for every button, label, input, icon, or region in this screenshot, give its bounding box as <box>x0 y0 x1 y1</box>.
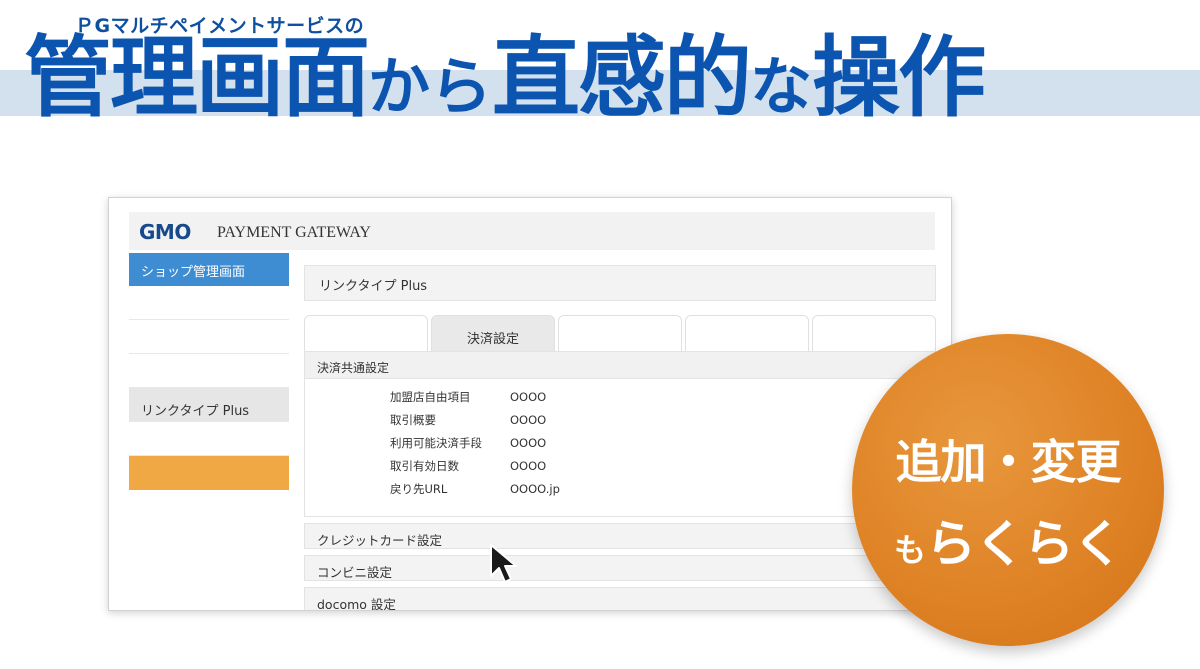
sidebar-item[interactable] <box>129 354 289 388</box>
field-row: 取引概要 OOOO <box>390 412 546 428</box>
logo-text: PAYMENT GATEWAY <box>217 224 371 241</box>
mouse-cursor-icon <box>488 542 528 590</box>
main-content: リンクタイプ Plus 決済設定 決済共通設定 加盟店自由項目 OOOO 取引概要… <box>304 265 936 610</box>
badge-line-2: もらくらく <box>852 504 1164 576</box>
field-label: 利用可能決済手段 <box>390 436 482 450</box>
sidebar-item[interactable] <box>129 422 289 456</box>
section-credit-card[interactable]: クレジットカード設定 <box>304 523 936 549</box>
headline-word-5: 操作 <box>812 26 986 129</box>
field-label: 戻り先URL <box>390 482 448 496</box>
sidebar-item[interactable] <box>129 286 289 320</box>
headline-word-3: 直感的 <box>492 26 752 129</box>
field-row: 利用可能決済手段 OOOO <box>390 435 546 451</box>
section-docomo[interactable]: docomo 設定 <box>304 587 936 610</box>
section-convenience-store[interactable]: コンビニ設定 <box>304 555 936 581</box>
tab-3[interactable] <box>558 315 682 351</box>
tab-5[interactable] <box>812 315 936 351</box>
sidebar-item[interactable] <box>129 320 289 354</box>
field-value: OOOO <box>510 436 547 450</box>
settings-panel: 加盟店自由項目 OOOO 取引概要 OOOO 利用可能決済手段 OOOO 取引有効日数… <box>304 379 936 517</box>
field-row: 戻り先URL OOOO.jp <box>390 481 560 497</box>
panel-title: 決済共通設定 <box>304 351 936 379</box>
field-value: OOOO <box>510 459 547 473</box>
promo-badge: 追加・変更 もらくらく <box>852 334 1164 646</box>
field-row: 加盟店自由項目 OOOO <box>390 389 546 405</box>
field-value: OOOO <box>510 413 547 427</box>
tab-bar: 決済設定 <box>304 315 936 351</box>
sidebar-item-highlight[interactable] <box>129 456 289 490</box>
field-value: OOOO <box>510 390 547 404</box>
tab-1[interactable] <box>304 315 428 351</box>
sidebar: ショップ管理画面 リンクタイプ Plus <box>129 253 289 490</box>
headline-title: 管理画面から直感的な操作 <box>24 34 986 123</box>
admin-screen-mockup: GMO PAYMENT GATEWAY ショップ管理画面 リンクタイプ Plus… <box>108 197 952 611</box>
field-row: 取引有効日数 OOOO <box>390 458 546 474</box>
headline-word-1: 管理画面 <box>24 26 370 129</box>
page-title: リンクタイプ Plus <box>304 265 936 301</box>
gmo-logo: GMO <box>139 220 191 244</box>
field-label: 加盟店自由項目 <box>390 390 471 404</box>
headline-word-4: な <box>750 50 813 123</box>
tab-4[interactable] <box>685 315 809 351</box>
badge-line-2-big: らくらく <box>926 515 1123 573</box>
badge-line-2-small: も <box>893 531 926 569</box>
field-label: 取引有効日数 <box>390 459 459 473</box>
sidebar-item-link-type-plus[interactable]: リンクタイプ Plus <box>129 388 289 422</box>
sidebar-item-shop-admin[interactable]: ショップ管理画面 <box>129 253 289 286</box>
tab-payment-settings[interactable]: 決済設定 <box>431 315 555 351</box>
app-header: GMO PAYMENT GATEWAY <box>129 212 935 250</box>
field-label: 取引概要 <box>390 413 436 427</box>
badge-line-1: 追加・変更 <box>895 435 1122 489</box>
field-value: OOOO.jp <box>510 482 560 496</box>
headline-word-2: から <box>368 50 493 123</box>
